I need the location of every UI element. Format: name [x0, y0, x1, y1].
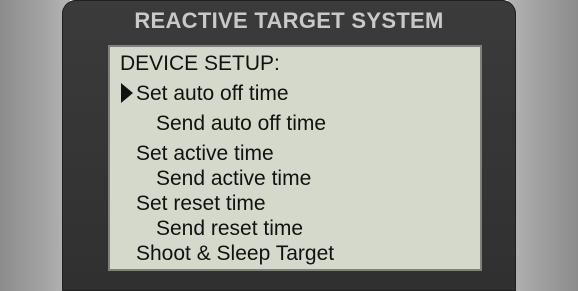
- device-title: REACTIVE TARGET SYSTEM: [134, 8, 444, 33]
- menu-item-send-reset-time[interactable]: Send reset time: [156, 217, 303, 241]
- menu-item-send-auto-off-time[interactable]: Send auto off time: [156, 112, 326, 136]
- menu-item-send-active-time[interactable]: Send active time: [156, 167, 311, 191]
- menu-item-set-auto-off-time[interactable]: Set auto off time: [136, 82, 289, 106]
- menu-heading: DEVICE SETUP:: [120, 52, 280, 75]
- menu-item-set-reset-time[interactable]: Set reset time: [136, 192, 266, 216]
- menu-item-shoot-and-sleep-target[interactable]: Shoot & Sleep Target: [136, 242, 334, 266]
- background-right: [508, 0, 578, 291]
- selection-cursor-icon: [121, 83, 133, 103]
- menu-item-set-active-time[interactable]: Set active time: [136, 142, 274, 166]
- background-left: [0, 0, 70, 291]
- lcd-screen: DEVICE SETUP: Set auto off time Send aut…: [108, 45, 482, 271]
